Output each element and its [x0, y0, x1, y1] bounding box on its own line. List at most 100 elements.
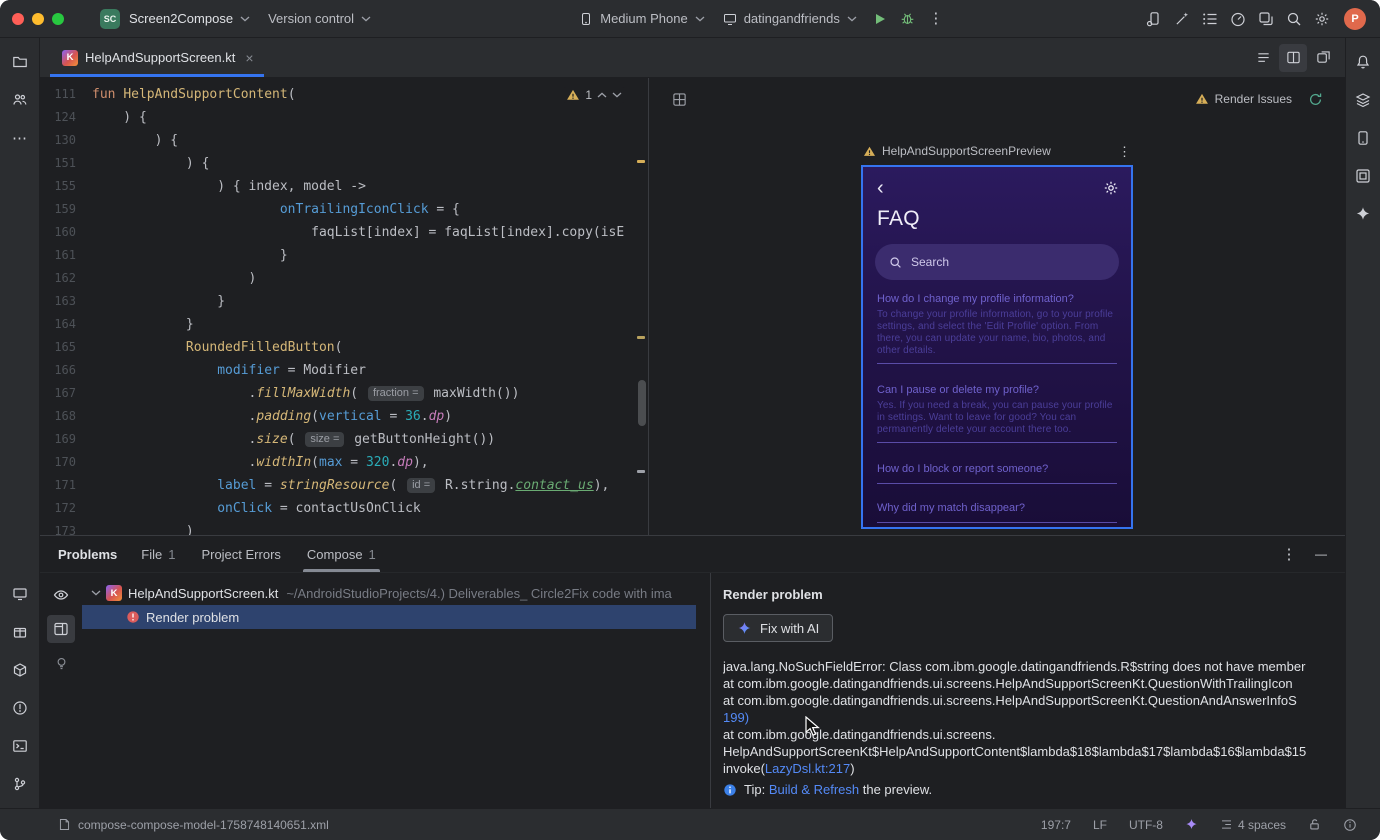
project-selector[interactable]: Screen2Compose	[120, 6, 259, 31]
ai-assistant-status[interactable]	[1174, 818, 1209, 831]
line-number[interactable]: 169	[40, 428, 92, 451]
run-configuration-selector[interactable]: datingandfriends	[714, 6, 866, 31]
line-number[interactable]: 167	[40, 382, 92, 405]
render-issues-indicator[interactable]: Render Issues	[1195, 92, 1292, 106]
code-text[interactable]: .fillMaxWidth( fraction = maxWidth())	[92, 382, 519, 405]
code-text[interactable]: }	[92, 244, 288, 267]
code-text[interactable]: faqList[index] = faqList[index].copy(isE	[92, 221, 624, 244]
line-number[interactable]: 151	[40, 152, 92, 175]
code-line-130[interactable]: 130 ) {	[40, 129, 648, 152]
line-number[interactable]: 163	[40, 290, 92, 313]
code-line-124[interactable]: 124 ) {	[40, 106, 648, 129]
code-text[interactable]: RoundedFilledButton(	[92, 336, 343, 359]
user-avatar[interactable]: P	[1344, 7, 1366, 30]
code-line-161[interactable]: 161 }	[40, 244, 648, 267]
code-text[interactable]: }	[92, 290, 225, 313]
code-text[interactable]: modifier = Modifier	[92, 359, 366, 382]
structure-button[interactable]	[1196, 5, 1224, 33]
line-number[interactable]: 161	[40, 244, 92, 267]
code-text[interactable]: .padding(vertical = 36.dp)	[92, 405, 453, 428]
line-number[interactable]: 166	[40, 359, 92, 382]
problems-options-button[interactable]: ⋮	[1275, 540, 1303, 568]
tree-file-row[interactable]: K HelpAndSupportScreen.kt ~/AndroidStudi…	[82, 581, 710, 605]
tab-list-button[interactable]	[1249, 44, 1277, 72]
code-line-162[interactable]: 162 )	[40, 267, 648, 290]
code-editor[interactable]: 111 fun HelpAndSupportContent(124 ) {130 …	[40, 78, 648, 535]
running-devices-tool-button[interactable]	[6, 580, 34, 608]
problems-tab-project-errors[interactable]: Project Errors	[199, 536, 282, 572]
preview-menu-icon[interactable]: ⋮	[1118, 145, 1131, 158]
line-separator-widget[interactable]: LF	[1082, 818, 1118, 832]
chevron-down-icon[interactable]	[91, 590, 101, 596]
code-text[interactable]: ) {	[92, 152, 210, 175]
code-text[interactable]: onTrailingIconClick = {	[92, 198, 460, 221]
build-tool-button[interactable]	[6, 656, 34, 684]
code-line-163[interactable]: 163 }	[40, 290, 648, 313]
search-everywhere-button[interactable]	[1280, 5, 1308, 33]
more-tool-windows-button[interactable]: ⋯	[6, 124, 34, 152]
code-line-111[interactable]: 111 fun HelpAndSupportContent(	[40, 83, 648, 106]
editor-tab-helpandsupportscreen[interactable]: K HelpAndSupportScreen.kt ×	[50, 38, 264, 77]
code-line-168[interactable]: 168 .padding(vertical = 36.dp)	[40, 405, 648, 428]
close-tab-icon[interactable]: ×	[245, 50, 253, 66]
services-tool-button[interactable]	[6, 618, 34, 646]
gradle-tool-button[interactable]	[1349, 86, 1377, 114]
vcs-widget[interactable]: Version control	[259, 6, 380, 31]
line-number[interactable]: 171	[40, 474, 92, 497]
code-text[interactable]: ) { index, model ->	[92, 175, 366, 198]
read-only-lock[interactable]	[1297, 818, 1332, 831]
notifications-button[interactable]	[1349, 48, 1377, 76]
code-text[interactable]: fun HelpAndSupportContent(	[92, 83, 296, 106]
code-text[interactable]: label = stringResource( id = R.string.co…	[92, 474, 609, 497]
detach-editor-button[interactable]	[1309, 44, 1337, 72]
line-number[interactable]: 164	[40, 313, 92, 336]
scrollbar-thumb[interactable]	[638, 380, 646, 426]
code-line-151[interactable]: 151 ) {	[40, 152, 648, 175]
problems-tool-button[interactable]	[6, 694, 34, 722]
preview-card[interactable]: HelpAndSupportScreenPreview ⋮ ‹ FAQ Sear…	[861, 144, 1133, 529]
device-explorer-button[interactable]	[1349, 124, 1377, 152]
caret-position-widget[interactable]: 197:7	[1030, 818, 1082, 832]
preview-view-mode-button[interactable]	[665, 85, 693, 113]
code-line-169[interactable]: 169 .size( size = getButtonHeight())	[40, 428, 648, 451]
line-number[interactable]: 165	[40, 336, 92, 359]
line-number[interactable]: 168	[40, 405, 92, 428]
code-text[interactable]: ) {	[92, 129, 178, 152]
build-refresh-link[interactable]: Build & Refresh	[769, 782, 859, 797]
code-text[interactable]: onClick = contactUsOnClick	[92, 497, 421, 520]
stack-link[interactable]: 199)	[723, 710, 749, 725]
code-line-165[interactable]: 165 RoundedFilledButton(	[40, 336, 648, 359]
line-number[interactable]: 162	[40, 267, 92, 290]
code-line-171[interactable]: 171 label = stringResource( id = R.strin…	[40, 474, 648, 497]
line-number[interactable]: 159	[40, 198, 92, 221]
encoding-widget[interactable]: UTF-8	[1118, 818, 1174, 832]
more-run-options-button[interactable]: ⋮	[922, 5, 950, 33]
line-number[interactable]: 160	[40, 221, 92, 244]
version-control-tool-button[interactable]	[6, 770, 34, 798]
code-line-166[interactable]: 166 modifier = Modifier	[40, 359, 648, 382]
code-text[interactable]: ) {	[92, 106, 147, 129]
fix-with-ai-button[interactable]: Fix with AI	[723, 614, 834, 642]
preview-problem-button[interactable]	[47, 615, 75, 643]
code-line-155[interactable]: 155 ) { index, model ->	[40, 175, 648, 198]
code-text[interactable]: )	[92, 267, 257, 290]
problems-tab-compose[interactable]: Compose 1	[302, 536, 380, 572]
split-editor-button[interactable]	[1279, 43, 1307, 72]
project-tool-button[interactable]	[6, 48, 34, 76]
close-window-button[interactable]	[12, 12, 24, 25]
ai-actions-button[interactable]	[1168, 5, 1196, 33]
profiler-button[interactable]	[1224, 5, 1252, 33]
zoom-window-button[interactable]	[52, 12, 64, 25]
pull-requests-button[interactable]	[6, 86, 34, 114]
indent-widget[interactable]: 4 spaces	[1209, 818, 1297, 832]
code-line-170[interactable]: 170 .widthIn(max = 320.dp),	[40, 451, 648, 474]
quickfix-bulb-button[interactable]	[47, 649, 75, 677]
code-line-159[interactable]: 159 onTrailingIconClick = {	[40, 198, 648, 221]
code-line-167[interactable]: 167 .fillMaxWidth( fraction = maxWidth()…	[40, 382, 648, 405]
minimize-window-button[interactable]	[32, 12, 44, 25]
prev-problem-icon[interactable]	[597, 92, 607, 98]
editor-scrollbar[interactable]	[634, 78, 648, 535]
run-button[interactable]	[866, 5, 894, 33]
line-number[interactable]: 170	[40, 451, 92, 474]
hide-panel-button[interactable]: —	[1307, 540, 1335, 568]
